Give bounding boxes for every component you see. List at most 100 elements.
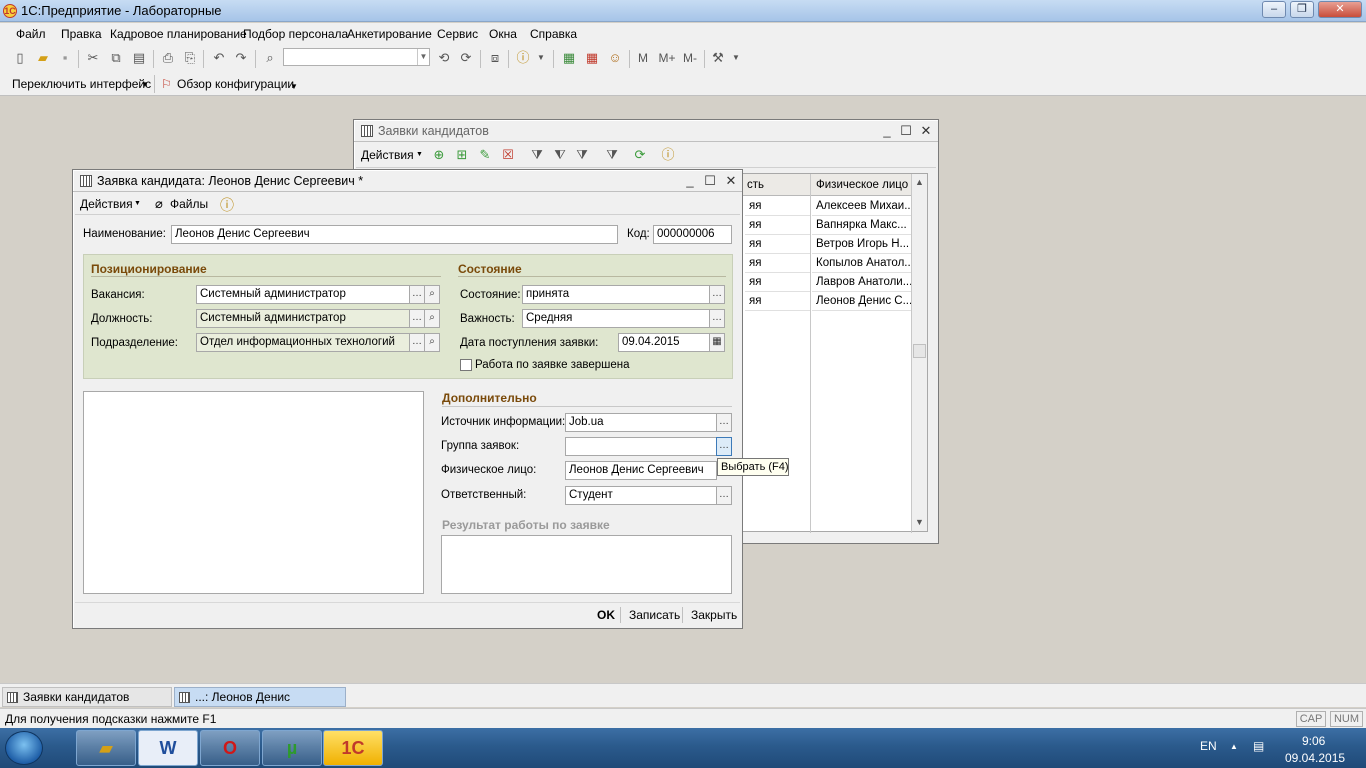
list-scrollbar[interactable]: ▲ ▼ bbox=[912, 174, 927, 531]
table-row[interactable]: яя bbox=[745, 235, 810, 254]
position-search-icon[interactable]: ⌕ bbox=[424, 309, 440, 328]
print-preview-icon[interactable]: ⎘ bbox=[182, 50, 198, 66]
table-row[interactable]: Копылов Анатол... bbox=[812, 254, 911, 273]
cut-icon[interactable]: ✂ bbox=[85, 50, 101, 66]
list-maximize-icon[interactable]: ☐ bbox=[898, 123, 914, 138]
col-header-person[interactable]: Физическое лицо bbox=[816, 179, 908, 191]
files-button[interactable]: Файлы bbox=[170, 197, 208, 211]
print-icon[interactable]: ⎙ bbox=[160, 50, 176, 66]
position-select-button[interactable]: … bbox=[409, 309, 425, 328]
menu-file[interactable]: Файл bbox=[16, 27, 46, 41]
delete-icon[interactable]: ☒ bbox=[500, 147, 516, 163]
close-form-button[interactable]: Закрыть bbox=[691, 608, 737, 622]
department-search-icon[interactable]: ⌕ bbox=[424, 333, 440, 352]
form-maximize-icon[interactable]: ☐ bbox=[702, 173, 718, 188]
state-field[interactable]: принята bbox=[522, 285, 710, 304]
table-row[interactable]: Леонов Денис С... bbox=[812, 292, 911, 311]
search-combo-input[interactable]: ▼ bbox=[283, 48, 430, 66]
table-row[interactable]: яя bbox=[745, 216, 810, 235]
close-button[interactable]: ✕ bbox=[1318, 1, 1362, 18]
ok-button[interactable]: OK bbox=[597, 608, 615, 622]
list-close-icon[interactable]: ✕ bbox=[918, 123, 934, 138]
undo-icon[interactable]: ↶ bbox=[211, 50, 227, 66]
table-row[interactable]: яя bbox=[745, 292, 810, 311]
table-row[interactable]: Лавров Анатоли... bbox=[812, 273, 911, 292]
chevron-down-icon[interactable]: ▼ bbox=[417, 49, 429, 65]
table-row[interactable]: Алексеев Михаи... bbox=[812, 197, 911, 216]
save-icon[interactable]: ▪ bbox=[57, 50, 73, 66]
group-select-button[interactable]: … bbox=[716, 437, 732, 456]
list-actions-button[interactable]: Действия bbox=[361, 148, 414, 162]
importance-select-button[interactable]: … bbox=[709, 309, 725, 328]
department-select-button[interactable]: … bbox=[409, 333, 425, 352]
work-done-checkbox[interactable] bbox=[460, 359, 472, 371]
windows-icon[interactable]: ⧈ bbox=[487, 50, 503, 66]
menu-planning[interactable]: Кадровое планирование bbox=[110, 27, 247, 41]
filter-dropdown-icon[interactable]: ⧩ bbox=[574, 147, 590, 163]
form-close-icon[interactable]: ✕ bbox=[723, 173, 739, 188]
state-select-button[interactable]: … bbox=[709, 285, 725, 304]
form-actions-dropdown-icon[interactable]: ▼ bbox=[134, 200, 141, 207]
paste-icon[interactable]: ▤ bbox=[131, 50, 147, 66]
explorer-icon[interactable]: ▰ bbox=[76, 730, 136, 766]
save-button[interactable]: Записать bbox=[629, 608, 680, 622]
new-document-icon[interactable]: ▯ bbox=[12, 50, 28, 66]
tools-dropdown-icon[interactable]: ▼ bbox=[728, 50, 744, 66]
code-field[interactable]: 000000006 bbox=[653, 225, 732, 244]
table-row[interactable]: Вапнярка Макс... bbox=[812, 216, 911, 235]
task-form-window[interactable]: ...: Леонов Денис Сергееви... bbox=[174, 687, 346, 722]
list-actions-dropdown-icon[interactable]: ▼ bbox=[416, 151, 423, 158]
menu-recruiting[interactable]: Подбор персонала bbox=[243, 27, 348, 41]
scroll-thumb[interactable] bbox=[913, 344, 926, 358]
opera-icon[interactable]: O bbox=[200, 730, 260, 766]
result-textarea[interactable] bbox=[441, 535, 732, 594]
switch-interface-button[interactable]: Переключить интерфейс bbox=[12, 77, 151, 91]
config-overview-button[interactable]: Обзор конфигурации bbox=[177, 77, 294, 91]
task-list-window[interactable]: Заявки кандидатов bbox=[2, 687, 172, 707]
clock-date[interactable]: 09.04.2015 bbox=[1285, 751, 1345, 765]
calendar-icon[interactable]: ▦ bbox=[709, 333, 725, 352]
info-icon[interactable]: ⓘ bbox=[515, 50, 531, 66]
menu-edit[interactable]: Правка bbox=[61, 27, 102, 41]
scroll-up-icon[interactable]: ▲ bbox=[915, 177, 924, 187]
language-indicator[interactable]: EN bbox=[1200, 739, 1217, 753]
filter-off-icon[interactable]: ⧩ bbox=[604, 147, 620, 163]
calendar-icon[interactable]: ▦ bbox=[584, 50, 600, 66]
source-select-button[interactable]: … bbox=[716, 413, 732, 432]
find-next-icon[interactable]: ⟳ bbox=[458, 50, 474, 66]
word-icon[interactable]: W bbox=[138, 730, 198, 766]
vacancy-search-icon[interactable]: ⌕ bbox=[424, 285, 440, 304]
1c-app-icon[interactable]: 1С bbox=[323, 730, 383, 766]
calculator-icon[interactable]: ▦ bbox=[561, 50, 577, 66]
menu-windows[interactable]: Окна bbox=[489, 27, 517, 41]
info-dropdown-icon[interactable]: ▼ bbox=[533, 50, 549, 66]
restore-button[interactable]: ❐ bbox=[1290, 1, 1314, 18]
add-icon[interactable]: ⊕ bbox=[431, 147, 447, 163]
person-field[interactable]: Леонов Денис Сергеевич bbox=[565, 461, 717, 480]
switch-dropdown-icon[interactable]: ▼ bbox=[141, 80, 149, 89]
group-field[interactable] bbox=[565, 437, 717, 456]
form-help-icon[interactable]: ⓘ bbox=[220, 195, 234, 215]
copy-icon[interactable]: ⧉ bbox=[108, 50, 124, 66]
paperclip-icon[interactable]: ⌀ bbox=[155, 196, 163, 212]
form-actions-button[interactable]: Действия bbox=[80, 197, 133, 211]
filter-icon[interactable]: ⧩ bbox=[529, 147, 545, 163]
table-row[interactable]: яя bbox=[745, 254, 810, 273]
tools-icon[interactable]: ⚒ bbox=[710, 50, 726, 66]
memory-minus-icon[interactable]: M- bbox=[680, 50, 700, 66]
list-help-icon[interactable]: ⓘ bbox=[660, 147, 676, 163]
memory-plus-icon[interactable]: M+ bbox=[657, 50, 677, 66]
refresh-icon[interactable]: ⟳ bbox=[632, 147, 648, 163]
table-row[interactable]: Ветров Игорь Н... bbox=[812, 235, 911, 254]
redo-icon[interactable]: ↷ bbox=[233, 50, 249, 66]
find-prev-icon[interactable]: ⟲ bbox=[436, 50, 452, 66]
table-row[interactable]: яя bbox=[745, 197, 810, 216]
vacancy-select-button[interactable]: … bbox=[409, 285, 425, 304]
col-header-hidden[interactable]: сть bbox=[747, 179, 764, 191]
form-minimize-icon[interactable]: _ bbox=[682, 173, 698, 188]
copy-item-icon[interactable]: ⊞ bbox=[454, 147, 470, 163]
search-icon[interactable]: ⌕ bbox=[262, 50, 278, 66]
network-icon[interactable]: ▤ bbox=[1253, 739, 1264, 753]
table-row[interactable]: яя bbox=[745, 273, 810, 292]
vacancy-field[interactable]: Системный администратор bbox=[196, 285, 410, 304]
